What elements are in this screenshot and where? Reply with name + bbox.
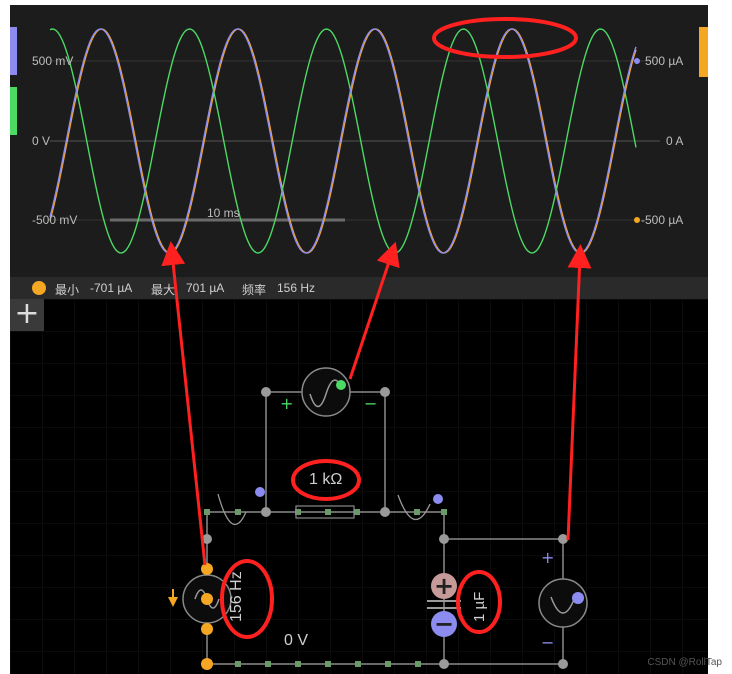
circuit-canvas[interactable]: + − + − + − 1 kΩ 156 Hz 1 µF 0 V <box>10 299 708 674</box>
min-label: 最小 <box>55 283 80 297</box>
svg-text:+: + <box>434 572 454 600</box>
measurement-bar: 最小 -701 µA 最大 701 µA 频率 156 Hz <box>10 277 708 299</box>
capacitor-value-label: 1 µF <box>471 591 488 622</box>
purple-marker-top <box>634 58 640 64</box>
oscilloscope-plot <box>49 17 660 254</box>
source-terminal-2[interactable] <box>201 593 213 605</box>
left-axis-bottom-label: -500 mV <box>32 213 78 227</box>
resistor-value-label: 1 kΩ <box>309 471 343 488</box>
max-value: 701 µA <box>186 281 225 295</box>
source-terminal-3[interactable] <box>201 623 213 635</box>
max-label: 最大 <box>151 283 176 297</box>
oscilloscope-panel[interactable]: 500 mV 0 V -500 mV 500 µA 0 A -500 µA 10… <box>10 5 708 277</box>
circuit-simulator-app: 500 mV 0 V -500 mV 500 µA 0 A -500 µA 10… <box>10 5 708 674</box>
orange-channel-dot[interactable] <box>32 281 46 295</box>
top-source-minus: − <box>364 394 377 413</box>
time-scale-label: 10 ms <box>207 206 240 220</box>
top-source-plus: + <box>280 394 293 413</box>
purple-channel-tab[interactable] <box>10 27 17 75</box>
right-source-plus: + <box>541 548 554 567</box>
source-terminal-1[interactable] <box>201 563 213 575</box>
orange-marker-bottom <box>634 217 640 223</box>
green-channel-tab[interactable] <box>10 87 17 135</box>
left-axis-mid-label: 0 V <box>32 134 51 148</box>
source-terminal-4[interactable] <box>201 658 213 670</box>
right-axis-mid-label: 0 A <box>666 134 684 148</box>
ac-source-top[interactable] <box>301 367 351 417</box>
add-component-button[interactable]: + <box>10 299 44 331</box>
freq-label: 频率 <box>242 283 267 297</box>
right-source-minus: − <box>541 633 554 652</box>
ac-source-right[interactable] <box>538 578 588 628</box>
left-probe-dot[interactable] <box>255 487 265 497</box>
min-value: -701 µA <box>90 281 133 295</box>
svg-text:−: − <box>434 610 454 638</box>
orange-channel-tab[interactable] <box>699 27 708 77</box>
right-axis-bottom-label: -500 µA <box>641 213 684 227</box>
ground-voltage-label: 0 V <box>284 632 309 649</box>
freq-value: 156 Hz <box>277 281 316 295</box>
right-probe-dot[interactable] <box>433 494 443 504</box>
source-frequency-label: 156 Hz <box>228 571 245 622</box>
circuit-drawing: + − + − + − <box>10 299 708 674</box>
watermark: CSDN @RollTap <box>647 657 722 668</box>
right-axis-top-label: 500 µA <box>645 54 684 68</box>
left-axis-top-label: 500 mV <box>32 54 74 68</box>
